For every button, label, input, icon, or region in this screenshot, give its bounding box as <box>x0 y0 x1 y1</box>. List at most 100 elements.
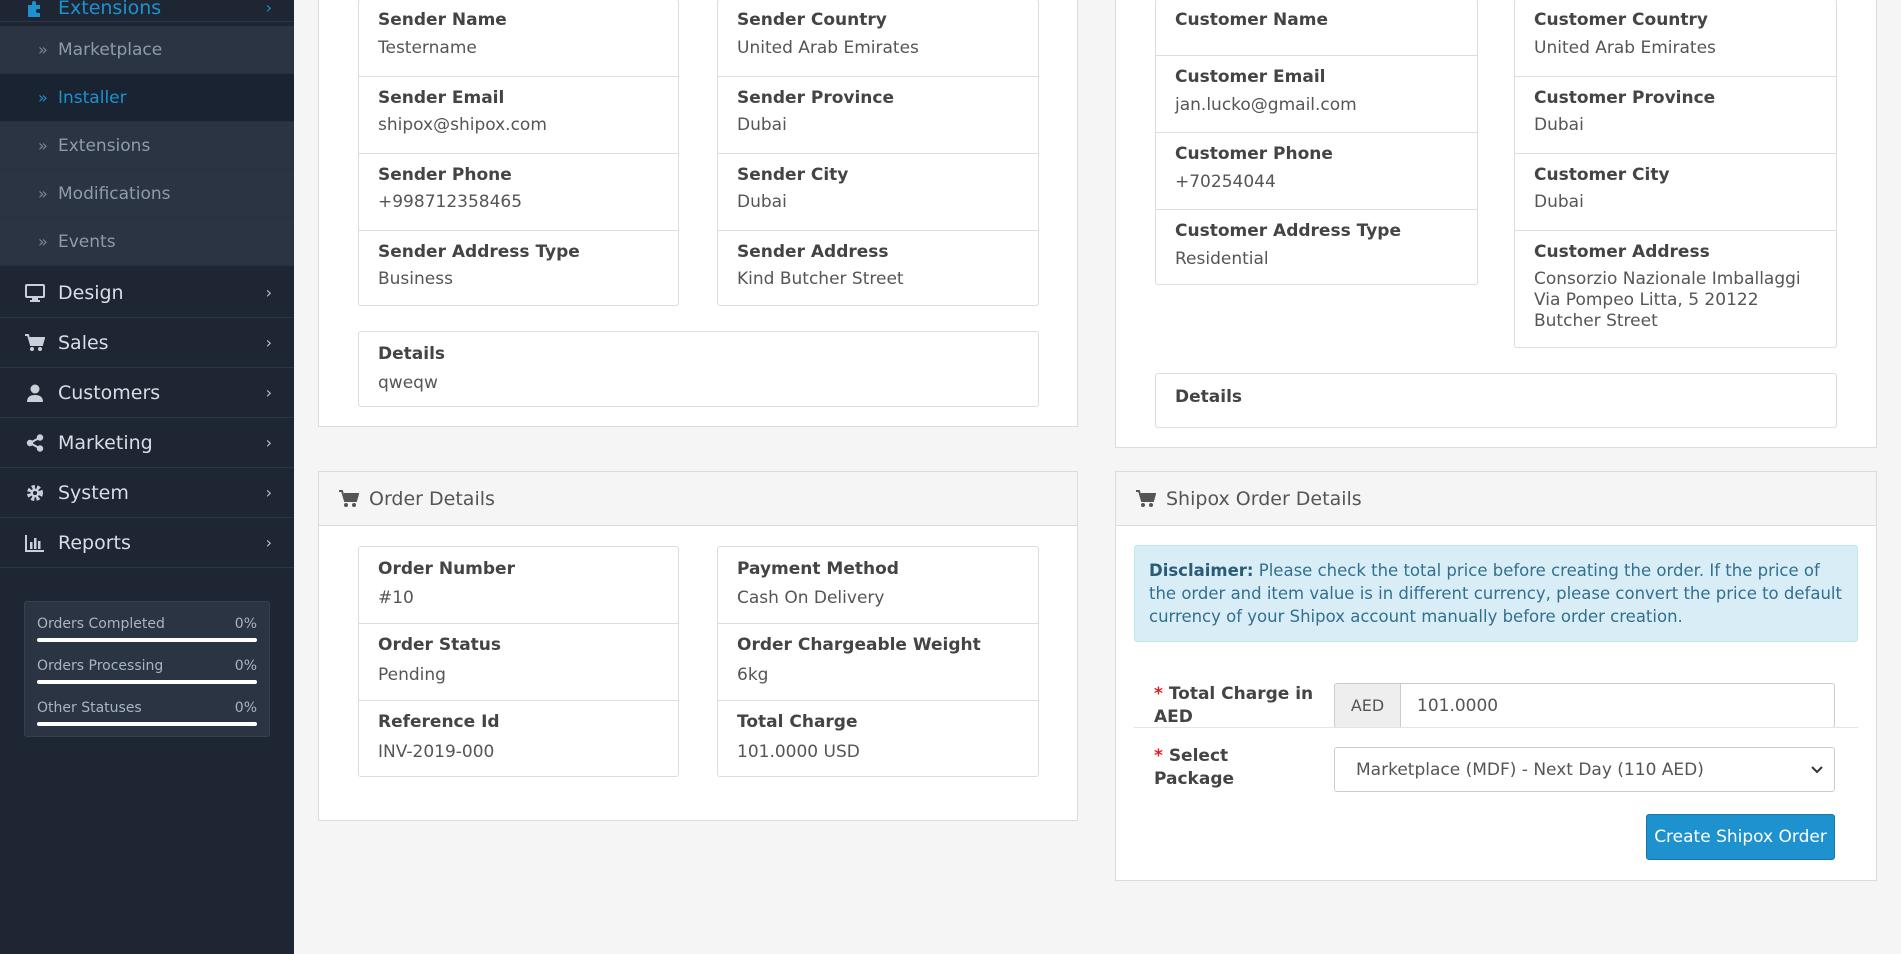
shipox-order-heading: Shipox Order Details <box>1116 472 1876 526</box>
customer-info-right: Customer Country United Arab Emirates Cu… <box>1514 0 1837 348</box>
sender-details-item: Details qweqw <box>359 332 1038 408</box>
panel-title: Shipox Order Details <box>1166 487 1362 510</box>
field-value: Testername <box>378 38 477 58</box>
field-value: #10 <box>378 588 414 608</box>
field-value: jan.lucko@gmail.com <box>1175 95 1357 115</box>
sidebar-item-extensions[interactable]: Extensions › <box>0 0 294 22</box>
sidebar-item-label: Reports <box>58 531 131 554</box>
customer-city-item: Customer City Dubai <box>1515 154 1836 231</box>
field-value: United Arab Emirates <box>1534 38 1716 58</box>
puzzle-icon <box>24 0 46 19</box>
field-label: Sender Email <box>378 88 505 108</box>
chevron-right-icon: › <box>265 433 272 452</box>
sidebar-item-design[interactable]: Design › <box>0 268 294 318</box>
sidebar-subitem-extensions[interactable]: » Extensions <box>0 122 294 170</box>
sidebar-subitem-marketplace[interactable]: » Marketplace <box>0 26 294 74</box>
sidebar-subitem-label: Modifications <box>58 183 171 204</box>
sidebar-item-reports[interactable]: Reports › <box>0 518 294 568</box>
monitor-icon <box>24 282 46 304</box>
cart-icon <box>1136 489 1156 508</box>
bar-chart-icon <box>24 532 46 554</box>
field-label: Customer Name <box>1175 10 1328 30</box>
field-value: Dubai <box>1534 115 1584 135</box>
sidebar-item-customers[interactable]: Customers › <box>0 368 294 418</box>
sidebar-item-label: Sales <box>58 331 109 354</box>
field-label: Sender Name <box>378 10 507 30</box>
sender-province-item: Sender Province Dubai <box>718 77 1038 154</box>
total-charge-label: * Total Charge in AED <box>1154 683 1314 729</box>
field-value: Dubai <box>737 115 787 135</box>
field-value: Dubai <box>1534 192 1584 212</box>
sender-city-item: Sender City Dubai <box>718 154 1038 231</box>
customer-panel: Customer Name Customer Email jan.lucko@g… <box>1115 0 1877 448</box>
payment-method-item: Payment Method Cash On Delivery <box>718 547 1038 624</box>
sidebar-item-label: Design <box>58 281 124 304</box>
field-label: Order Status <box>378 635 502 655</box>
disclaimer-label: Disclaimer: <box>1149 561 1254 580</box>
sidebar: Extensions › » Marketplace » Installer »… <box>0 0 294 954</box>
order-details-panel: Order Details Order Number #10 Order Sta… <box>318 471 1078 821</box>
cart-icon <box>24 332 46 354</box>
field-label: Payment Method <box>737 559 899 579</box>
field-value: shipox@shipox.com <box>378 115 547 135</box>
field-value: Cash On Delivery <box>737 588 885 608</box>
sidebar-item-label: System <box>58 481 129 504</box>
required-mark: * <box>1154 684 1163 704</box>
progress-bar <box>37 638 257 642</box>
field-value: Residential <box>1175 249 1269 269</box>
field-value: INV-2019-000 <box>378 742 495 762</box>
package-select[interactable]: Marketplace (MDF) - Next Day (110 AED) <box>1334 747 1835 792</box>
field-label: Order Number <box>378 559 515 579</box>
customer-details-card: Details <box>1155 373 1837 428</box>
total-charge-input[interactable]: 101.0000 <box>1400 683 1835 728</box>
field-value: 6kg <box>737 665 769 685</box>
field-label: Sender Country <box>737 10 887 30</box>
field-label: Customer Province <box>1534 88 1716 108</box>
sender-info-right: Sender Country United Arab Emirates Send… <box>717 0 1039 306</box>
chevron-down-icon <box>1810 762 1824 782</box>
chargeable-weight-item: Order Chargeable Weight 6kg <box>718 624 1038 701</box>
field-label: Customer City <box>1534 165 1670 185</box>
double-chevron-icon: » <box>38 136 48 155</box>
sidebar-item-system[interactable]: System › <box>0 468 294 518</box>
stat-value: 0% <box>234 700 257 716</box>
double-chevron-icon: » <box>38 40 48 59</box>
create-shipox-order-button[interactable]: Create Shipox Order <box>1646 814 1835 860</box>
form-divider <box>1134 727 1858 728</box>
sender-details-card: Details qweqw <box>358 331 1039 407</box>
chevron-right-icon: › <box>265 383 272 402</box>
sidebar-subitem-installer[interactable]: » Installer <box>0 74 294 122</box>
field-value: Pending <box>378 665 446 685</box>
field-value: +70254044 <box>1175 172 1276 192</box>
field-value: +998712358465 <box>378 192 523 212</box>
sender-address-item: Sender Address Kind Butcher Street <box>718 231 1038 307</box>
disclaimer-alert: Disclaimer: Please check the total price… <box>1134 545 1858 642</box>
chevron-right-icon: › <box>265 533 272 552</box>
disclaimer-text: Please check the total price before crea… <box>1149 561 1842 626</box>
field-value: Dubai <box>737 192 787 212</box>
customer-phone-item: Customer Phone +70254044 <box>1156 133 1477 210</box>
customer-address-item: Customer Address Consorzio Nazionale Imb… <box>1515 231 1836 349</box>
sidebar-subitem-events[interactable]: » Events <box>0 218 294 266</box>
select-package-label-text: Select Package <box>1154 746 1235 789</box>
sidebar-subitem-modifications[interactable]: » Modifications <box>0 170 294 218</box>
shipox-order-panel: Shipox Order Details Disclaimer: Please … <box>1115 471 1877 881</box>
share-icon <box>24 432 46 454</box>
sidebar-item-marketing[interactable]: Marketing › <box>0 418 294 468</box>
user-icon <box>24 382 46 404</box>
field-label: Order Chargeable Weight <box>737 635 981 655</box>
field-value: qweqw <box>378 373 438 393</box>
select-package-label: * Select Package <box>1154 745 1314 791</box>
stat-orders-completed: Orders Completed 0% <box>37 612 257 654</box>
stat-value: 0% <box>234 658 257 674</box>
sidebar-item-sales[interactable]: Sales › <box>0 318 294 368</box>
progress-bar <box>37 722 257 726</box>
order-info-left: Order Number #10 Order Status Pending Re… <box>358 546 679 777</box>
field-label: Sender Province <box>737 88 895 108</box>
gear-icon <box>24 482 46 504</box>
sender-country-item: Sender Country United Arab Emirates <box>718 0 1038 77</box>
sidebar-item-label: Customers <box>58 381 161 404</box>
chevron-right-icon: › <box>265 0 272 17</box>
field-label: Customer Address Type <box>1175 221 1401 241</box>
sender-address-type-item: Sender Address Type Business <box>359 231 678 307</box>
